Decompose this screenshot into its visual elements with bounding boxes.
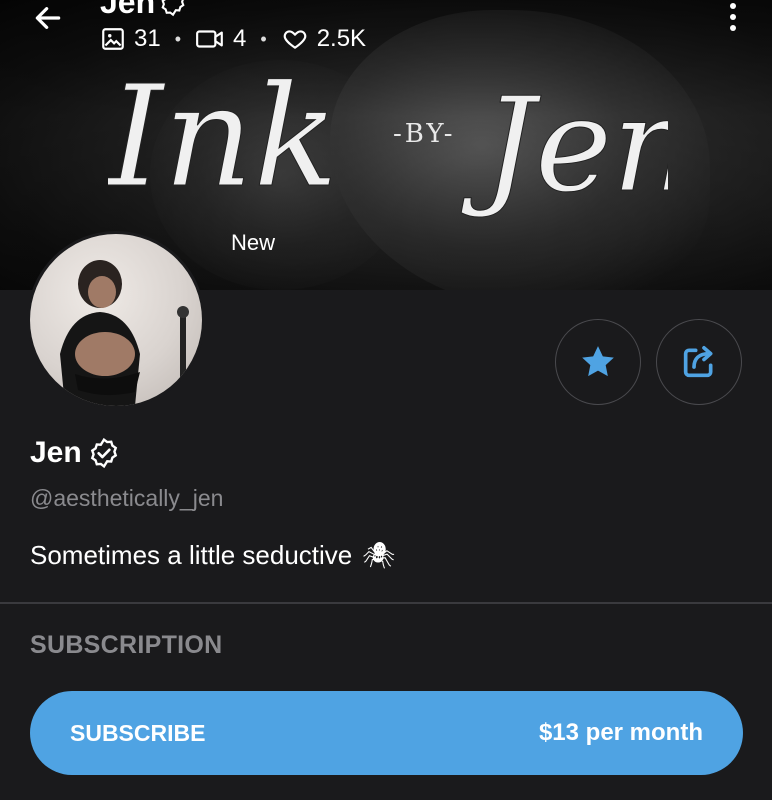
share-button[interactable] [656,319,742,405]
subscription-price: $13 per month [538,719,703,746]
subscribe-button-label: SUBSCRIBE [70,719,206,746]
header-stats: 31 • 4 • 2.5K [100,22,366,56]
video-icon [196,30,223,48]
profile-bio: Sometimes a little seductive 🕷 [30,540,395,571]
arrow-left-icon [35,7,61,29]
more-vertical-icon [730,14,736,20]
share-icon [683,346,713,378]
stat-images: 31 [100,25,161,53]
username-handle: @aesthetically_jen [30,485,224,511]
display-name: Jen [30,436,120,470]
cover-logo-by: -BY- [393,119,456,149]
status-badge: New [231,230,276,255]
header-title: Jen [100,0,187,21]
cover-logo-left: Ink [108,56,338,219]
header-title-text: Jen [100,0,156,20]
cover-logo-right: Jen [461,69,668,221]
stat-separator: • [260,28,267,49]
more-vertical-icon [730,3,736,9]
display-name-text: Jen [30,436,82,469]
stat-videos: 4 [195,25,246,53]
star-icon [582,346,614,377]
section-divider [0,602,772,604]
image-icon [102,28,124,50]
stat-separator: • [174,28,182,49]
verified-badge-icon [90,437,117,469]
stat-likes: 2.5K [281,25,366,53]
heart-icon [283,30,306,49]
stat-images-count: 31 [134,25,161,52]
back-button[interactable] [26,0,70,36]
stat-likes-count: 2.5K [316,25,367,52]
favorite-button[interactable] [555,319,641,405]
bio-text: Sometimes a little seductive [30,540,353,570]
more-options-button[interactable] [718,0,748,34]
profile-page: Ink -BY- Jen Jen 31 • [0,0,772,800]
avatar[interactable] [30,234,202,406]
verified-badge-icon [161,0,185,16]
avatar-photo [60,260,189,406]
cover-logo: Ink -BY- Jen [108,56,668,222]
subscribe-button[interactable]: SUBSCRIBE $13 per month [30,691,743,775]
spider-emoji: 🕷 [362,540,396,570]
more-vertical-icon [730,25,736,31]
subscription-section-title: SUBSCRIPTION [30,631,223,659]
stat-videos-count: 4 [233,25,247,52]
